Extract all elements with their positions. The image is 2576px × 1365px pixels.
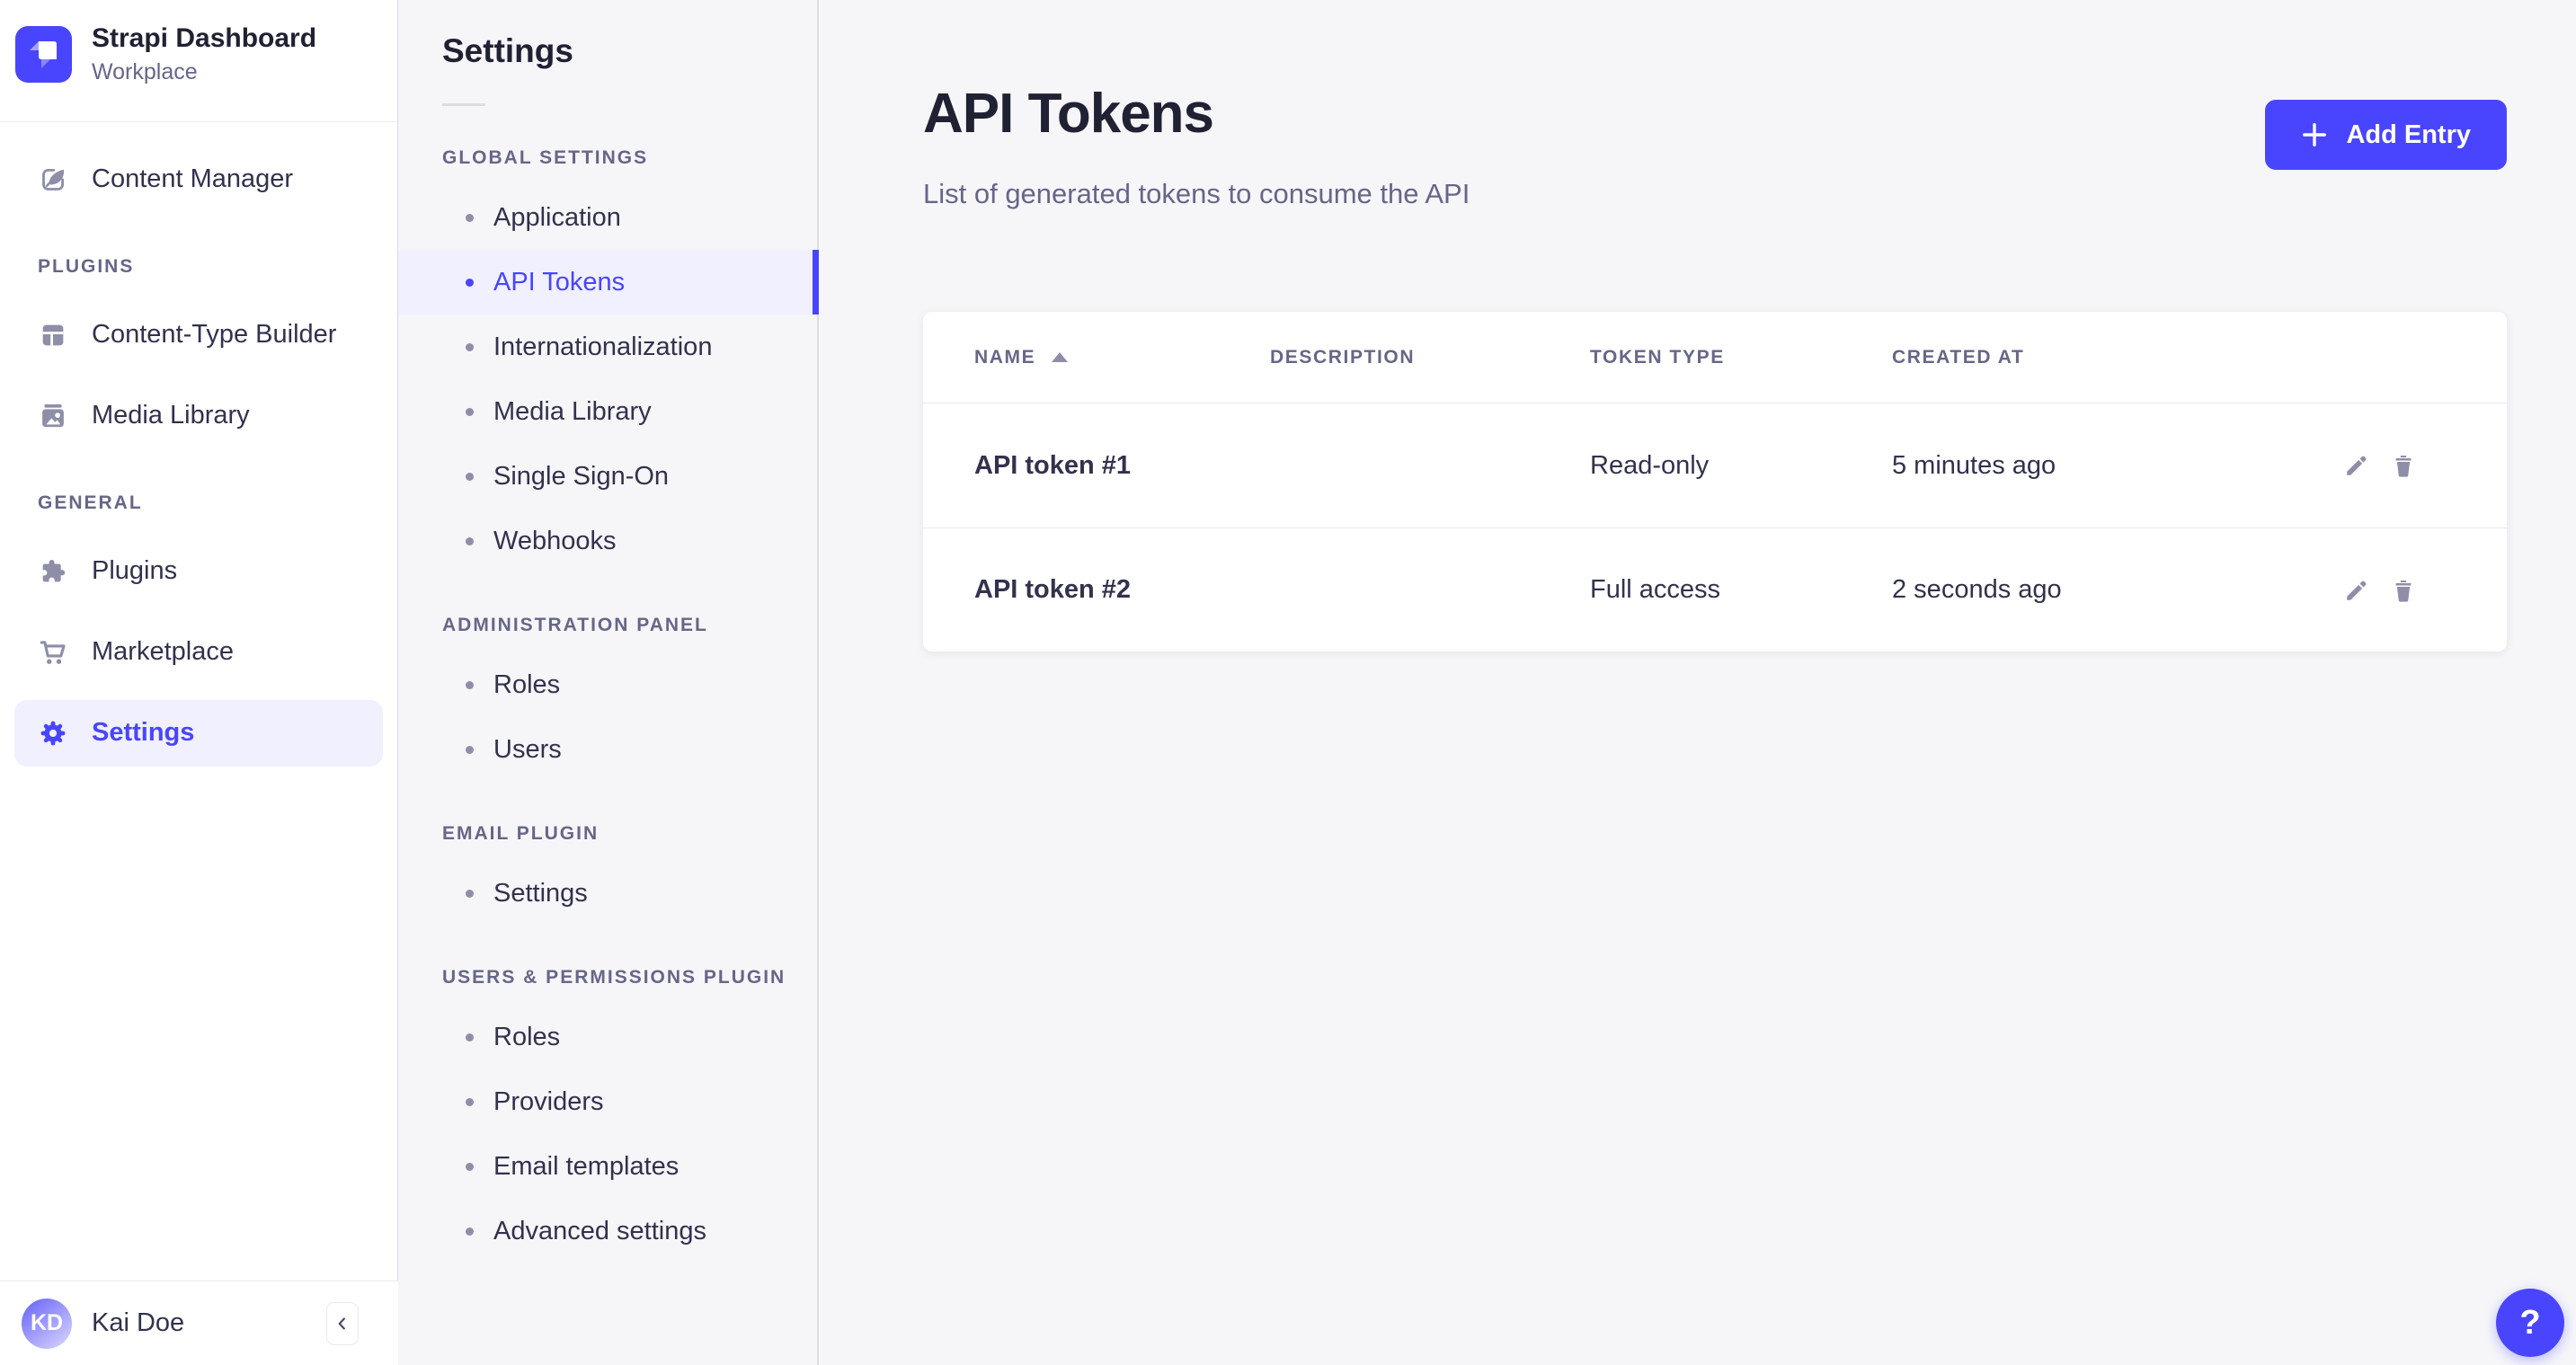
- subnav-item-up-roles[interactable]: Roles: [398, 1005, 817, 1069]
- table-row[interactable]: API token #2 Full access 2 seconds ago: [923, 527, 2507, 651]
- sidebar-item-settings[interactable]: Settings: [14, 700, 383, 767]
- table-row[interactable]: API token #1 Read-only 5 minutes ago: [923, 403, 2507, 527]
- cart-icon: [38, 637, 68, 668]
- workspace-name: Workplace: [92, 59, 316, 85]
- page-title: API Tokens: [923, 82, 1213, 146]
- subnav-item-advanced-settings[interactable]: Advanced settings: [398, 1199, 817, 1263]
- token-type: Full access: [1590, 575, 1892, 605]
- main-sidebar: Strapi Dashboard Workplace Content Manag…: [0, 0, 398, 1365]
- subnav-title-divider: [442, 103, 485, 106]
- trash-icon: [2390, 577, 2417, 604]
- sidebar-item-content-type-builder[interactable]: Content-Type Builder: [14, 302, 383, 368]
- bullet-icon: [466, 1228, 474, 1236]
- sidebar-item-label: Content-Type Builder: [92, 320, 336, 350]
- subnav-item-internationalization[interactable]: Internationalization: [398, 315, 817, 379]
- subnav-item-webhooks[interactable]: Webhooks: [398, 509, 817, 573]
- subnav-item-providers[interactable]: Providers: [398, 1069, 817, 1134]
- delete-button[interactable]: [2390, 452, 2417, 479]
- bullet-icon: [466, 473, 474, 481]
- feather-pen-icon: [38, 164, 68, 195]
- picture-icon: [38, 401, 68, 431]
- token-name: API token #2: [974, 575, 1270, 605]
- settings-subnav: Settings GLOBAL SETTINGS Application API…: [398, 0, 819, 1365]
- main-content: API Tokens List of generated tokens to c…: [819, 0, 2576, 1365]
- sidebar-item-plugins[interactable]: Plugins: [14, 538, 383, 605]
- bullet-icon: [466, 1163, 474, 1171]
- user-name: Kai Doe: [92, 1308, 184, 1338]
- puzzle-icon: [38, 556, 68, 587]
- bullet-icon: [466, 1098, 474, 1106]
- add-entry-button[interactable]: Add Entry: [2265, 100, 2507, 170]
- row-actions: [2343, 577, 2417, 604]
- subnav-section-email-plugin: EMAIL PLUGIN: [442, 823, 817, 845]
- edit-button[interactable]: [2343, 577, 2370, 604]
- subnav-item-application[interactable]: Application: [398, 185, 817, 250]
- subnav-item-admin-roles[interactable]: Roles: [398, 652, 817, 717]
- subnav-item-single-sign-on[interactable]: Single Sign-On: [398, 444, 817, 509]
- bullet-icon: [466, 214, 474, 222]
- subnav-item-api-tokens[interactable]: API Tokens: [398, 250, 817, 315]
- page-subtitle: List of generated tokens to consume the …: [923, 178, 1470, 210]
- pencil-icon: [2343, 577, 2370, 604]
- subnav-title: Settings: [442, 32, 817, 70]
- plus-icon: [2301, 121, 2328, 148]
- sidebar-footer: KD Kai Doe: [0, 1281, 398, 1365]
- edit-button[interactable]: [2343, 452, 2370, 479]
- bullet-icon: [466, 408, 474, 416]
- bullet-icon: [466, 343, 474, 351]
- row-actions: [2343, 452, 2417, 479]
- sidebar-item-media-library[interactable]: Media Library: [14, 383, 383, 449]
- bullet-icon: [466, 279, 474, 287]
- bullet-icon: [466, 890, 474, 898]
- add-entry-label: Add Entry: [2346, 120, 2471, 150]
- column-header-created-at[interactable]: CREATED AT: [1892, 347, 2343, 368]
- pencil-icon: [2343, 452, 2370, 479]
- sidebar-item-label: Media Library: [92, 401, 250, 430]
- column-header-name[interactable]: NAME: [974, 347, 1270, 368]
- avatar[interactable]: KD: [22, 1299, 72, 1349]
- delete-button[interactable]: [2390, 577, 2417, 604]
- subnav-item-media-library[interactable]: Media Library: [398, 379, 817, 444]
- subnav-section-users-permissions-plugin: USERS & PERMISSIONS PLUGIN: [442, 967, 817, 988]
- token-created-at: 2 seconds ago: [1892, 575, 2343, 605]
- column-header-description[interactable]: DESCRIPTION: [1270, 347, 1590, 368]
- subnav-item-email-templates[interactable]: Email templates: [398, 1134, 817, 1199]
- chevron-left-icon: [333, 1314, 352, 1334]
- sidebar-item-marketplace[interactable]: Marketplace: [14, 619, 383, 686]
- sidebar-section-general: GENERAL: [38, 492, 383, 514]
- layout-icon: [38, 320, 68, 350]
- trash-icon: [2390, 452, 2417, 479]
- bullet-icon: [466, 681, 474, 689]
- gear-icon: [38, 718, 68, 749]
- sidebar-item-content-manager[interactable]: Content Manager: [14, 146, 383, 213]
- column-header-token-type[interactable]: TOKEN TYPE: [1590, 347, 1892, 368]
- api-tokens-table: NAME DESCRIPTION TOKEN TYPE CREATED AT A…: [923, 312, 2507, 651]
- strapi-logo-icon: [15, 26, 72, 83]
- subnav-section-administration-panel: ADMINISTRATION PANEL: [442, 615, 817, 636]
- token-name: API token #1: [974, 451, 1270, 481]
- question-mark-icon: ?: [2519, 1304, 2540, 1343]
- token-type: Read-only: [1590, 451, 1892, 481]
- sidebar-item-label: Settings: [92, 718, 194, 748]
- subnav-section-global-settings: GLOBAL SETTINGS: [442, 147, 817, 169]
- sort-ascending-icon: [1052, 352, 1068, 362]
- sidebar-item-label: Marketplace: [92, 637, 234, 667]
- token-created-at: 5 minutes ago: [1892, 451, 2343, 481]
- sidebar-item-label: Content Manager: [92, 164, 293, 194]
- sidebar-nav: Content Manager PLUGINS Content-Type Bui…: [0, 122, 397, 767]
- bullet-icon: [466, 746, 474, 754]
- app-title: Strapi Dashboard: [92, 23, 316, 55]
- subnav-item-email-settings[interactable]: Settings: [398, 861, 817, 926]
- help-button[interactable]: ?: [2496, 1289, 2564, 1357]
- workspace-brand: Strapi Dashboard Workplace: [0, 0, 397, 85]
- table-header-row: NAME DESCRIPTION TOKEN TYPE CREATED AT: [923, 312, 2507, 403]
- subnav-item-admin-users[interactable]: Users: [398, 717, 817, 782]
- sidebar-section-plugins: PLUGINS: [38, 256, 383, 278]
- collapse-sidebar-button[interactable]: [326, 1302, 359, 1345]
- sidebar-item-label: Plugins: [92, 556, 177, 586]
- bullet-icon: [466, 537, 474, 545]
- bullet-icon: [466, 1033, 474, 1041]
